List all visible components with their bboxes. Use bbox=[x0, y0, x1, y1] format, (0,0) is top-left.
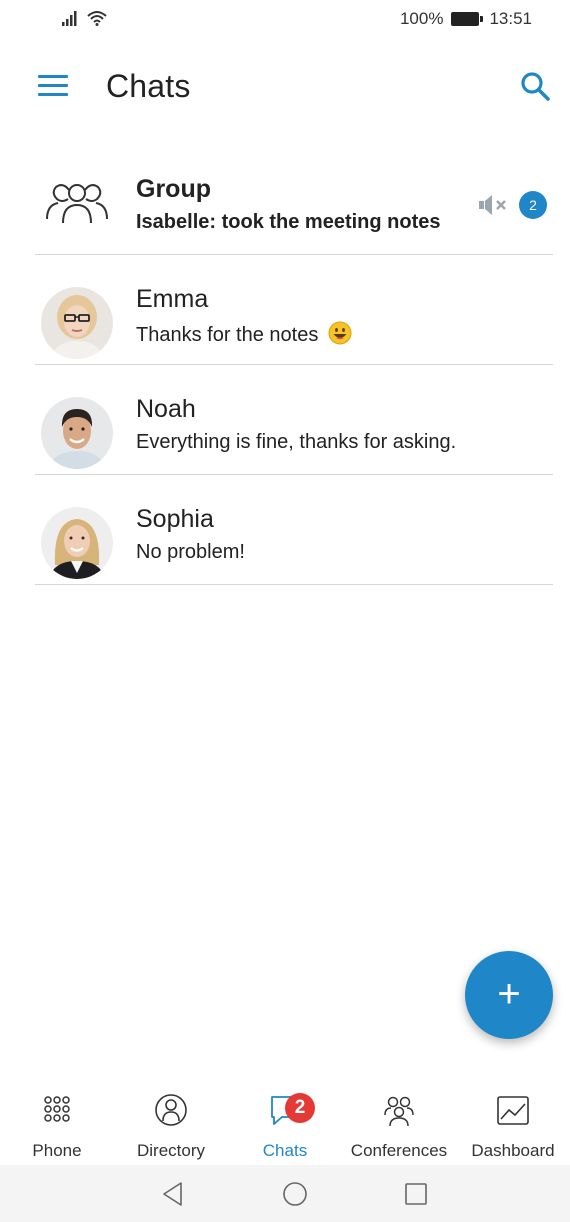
avatar bbox=[41, 287, 113, 359]
home-circle-icon[interactable] bbox=[282, 1181, 308, 1207]
new-chat-fab-button[interactable]: + bbox=[465, 951, 553, 1039]
chat-preview: Thanks for the notes bbox=[136, 321, 352, 347]
clock: 13:51 bbox=[489, 9, 532, 28]
nav-item-conferences[interactable]: Conferences bbox=[342, 1085, 456, 1165]
chat-list: Group Isabelle: took the meeting notes 2… bbox=[0, 145, 570, 585]
unread-badge: 2 bbox=[519, 191, 547, 219]
system-navigation-bar bbox=[0, 1165, 570, 1222]
wifi-icon bbox=[87, 11, 107, 26]
grinning-emoji-icon bbox=[328, 321, 352, 345]
dashboard-icon bbox=[497, 1096, 529, 1125]
app-bar: Chats bbox=[0, 56, 570, 116]
muted-icon bbox=[479, 195, 506, 215]
chat-item-noah[interactable]: Noah Everything is fine, thanks for aski… bbox=[35, 365, 553, 475]
group-icon bbox=[46, 184, 108, 224]
signal-icon bbox=[62, 11, 77, 26]
status-bar: 100% 13:51 bbox=[0, 0, 570, 40]
nav-item-phone[interactable]: Phone bbox=[0, 1085, 114, 1165]
chat-preview: Everything is fine, thanks for asking. bbox=[136, 431, 457, 453]
battery-percentage: 100% bbox=[399, 9, 444, 28]
chat-name: Noah bbox=[136, 395, 196, 423]
nav-item-directory[interactable]: Directory bbox=[114, 1085, 228, 1165]
chats-unread-badge: 2 bbox=[285, 1093, 315, 1123]
nav-label: Dashboard bbox=[471, 1141, 555, 1160]
avatar-photo-sophia bbox=[41, 507, 113, 579]
page-title: Chats bbox=[106, 68, 191, 104]
chat-preview: No problem! bbox=[136, 541, 245, 563]
nav-label: Directory bbox=[136, 1141, 205, 1160]
hamburger-menu-icon[interactable] bbox=[38, 75, 68, 97]
chat-name: Group bbox=[136, 175, 211, 203]
status-right: 100% 13:51 bbox=[400, 9, 532, 29]
chat-name: Emma bbox=[136, 285, 209, 313]
chat-item-sophia[interactable]: Sophia No problem! bbox=[35, 475, 553, 585]
chat-preview: Isabelle: took the meeting notes bbox=[136, 211, 441, 233]
nav-item-chats[interactable]: 2 Chats bbox=[228, 1085, 342, 1165]
chat-name: Sophia bbox=[136, 505, 214, 533]
avatar-photo-noah bbox=[41, 397, 113, 469]
battery-icon bbox=[451, 12, 484, 26]
chat-preview-text: Thanks for the notes bbox=[136, 324, 319, 346]
nav-item-dashboard[interactable]: Dashboard bbox=[456, 1085, 570, 1165]
nav-label: Phone bbox=[32, 1141, 82, 1160]
avatar bbox=[41, 507, 113, 579]
search-icon[interactable] bbox=[518, 69, 552, 103]
back-triangle-icon[interactable] bbox=[161, 1181, 185, 1207]
directory-icon bbox=[155, 1094, 187, 1126]
avatar bbox=[41, 397, 113, 469]
nav-label: Conferences bbox=[350, 1141, 448, 1160]
chat-item-group[interactable]: Group Isabelle: took the meeting notes 2 bbox=[35, 145, 553, 255]
dialpad-icon bbox=[44, 1096, 70, 1122]
recents-square-icon[interactable] bbox=[404, 1181, 428, 1207]
chat-item-emma[interactable]: Emma Thanks for the notes bbox=[35, 255, 553, 365]
status-left bbox=[62, 10, 107, 26]
nav-label: Chats bbox=[262, 1141, 308, 1160]
bottom-navigation: Phone Directory 2 Chats Conferences Dash… bbox=[0, 1085, 570, 1165]
conferences-icon bbox=[384, 1096, 414, 1127]
plus-icon: + bbox=[497, 972, 521, 1016]
avatar-photo-emma bbox=[41, 287, 113, 359]
